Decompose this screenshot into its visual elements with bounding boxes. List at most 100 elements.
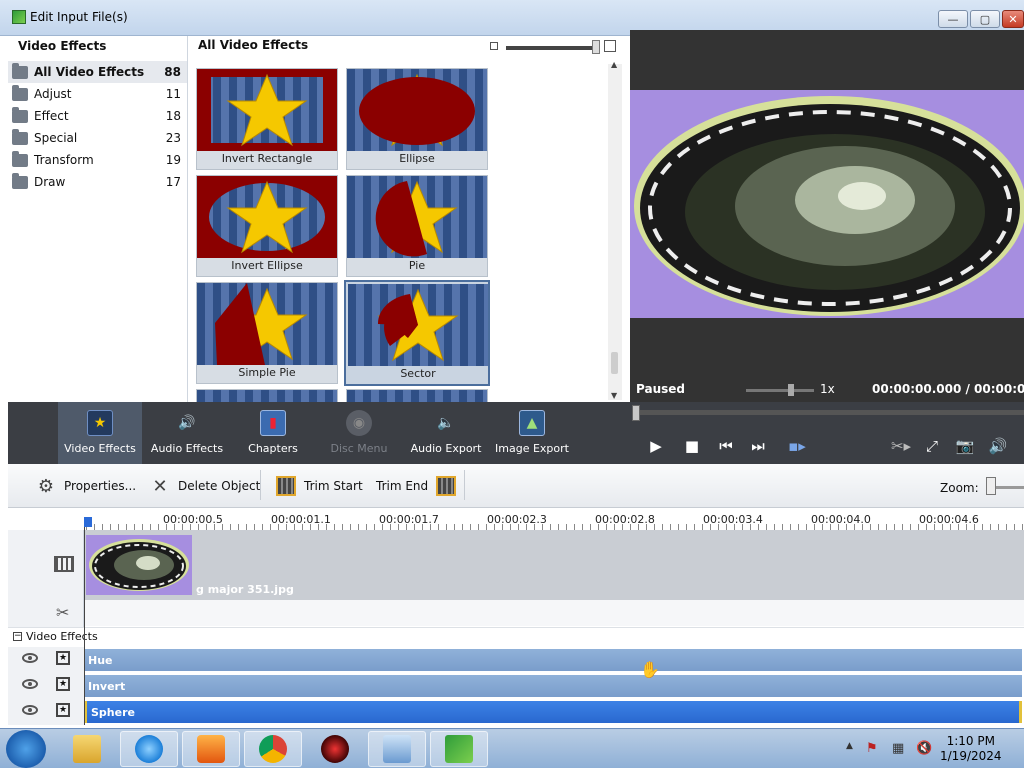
delete-object-button[interactable]: ✕ Delete Object bbox=[150, 475, 261, 497]
speed-slider-thumb[interactable] bbox=[788, 384, 794, 396]
stop-icon: ■ bbox=[684, 437, 700, 455]
audio-export-button[interactable]: 🔈 Audio Export bbox=[404, 402, 488, 464]
effect-tile-pie[interactable]: Pie bbox=[346, 175, 488, 277]
category-item-all[interactable]: All Video Effects 88 bbox=[8, 61, 187, 83]
delete-x-icon: ✕ bbox=[152, 475, 168, 497]
previous-frame-button[interactable]: ⏮ bbox=[714, 434, 738, 458]
effect-tile-simple-pie[interactable]: Simple Pie bbox=[196, 282, 338, 384]
audio-effects-label: Audio Effects bbox=[150, 442, 224, 455]
taskbar-explorer[interactable] bbox=[58, 731, 116, 767]
fullscreen-button[interactable]: ⤢ bbox=[920, 434, 944, 458]
effect-star-icon[interactable]: ★ bbox=[56, 703, 70, 717]
eye-icon[interactable] bbox=[22, 705, 38, 715]
maximize-button[interactable]: ▢ bbox=[970, 10, 1000, 28]
video-effects-button[interactable]: ★ Video Effects bbox=[58, 402, 142, 464]
cut-track[interactable] bbox=[84, 600, 1024, 626]
tray-volume-icon[interactable]: 🔇 bbox=[916, 741, 932, 756]
star-icon: ★ bbox=[87, 410, 113, 436]
speed-slider-track[interactable] bbox=[746, 389, 814, 392]
chrome-icon bbox=[259, 735, 287, 763]
close-button[interactable]: ✕ bbox=[1002, 10, 1024, 28]
stop-button[interactable]: ■ bbox=[680, 434, 704, 458]
delete-object-label: Delete Object bbox=[178, 479, 261, 493]
tray-network-icon[interactable]: ▦ bbox=[892, 741, 904, 756]
category-item-draw[interactable]: Draw 17 bbox=[8, 171, 187, 193]
toolbar-separator bbox=[260, 470, 261, 500]
effects-grid-header: All Video Effects bbox=[198, 38, 309, 52]
trim-start-button[interactable]: Trim Start bbox=[276, 476, 363, 496]
effect-tile-sector[interactable]: Sector bbox=[344, 280, 490, 386]
effect-tile-invert-rectangle[interactable]: Invert Rectangle bbox=[196, 68, 338, 170]
effects-scrollbar[interactable]: ▲ ▼ bbox=[608, 60, 622, 400]
category-count: 88 bbox=[164, 65, 181, 79]
tray-expand-icon[interactable]: ▲ bbox=[846, 741, 853, 751]
tray-flag-icon[interactable]: ⚑ bbox=[866, 741, 878, 756]
effect-tile-partial[interactable] bbox=[346, 389, 488, 403]
category-item-effect[interactable]: Effect 18 bbox=[8, 105, 187, 127]
taskbar-video-converter[interactable] bbox=[430, 731, 488, 767]
video-effects-section-header[interactable]: − Video Effects bbox=[8, 627, 1024, 647]
snapshot-button[interactable]: 📷 bbox=[953, 434, 977, 458]
thumbnail-size-slider[interactable] bbox=[490, 40, 620, 54]
taskbar-internet-explorer[interactable] bbox=[120, 731, 178, 767]
eye-icon[interactable] bbox=[22, 653, 38, 663]
scroll-up-arrow[interactable]: ▲ bbox=[611, 60, 617, 69]
taskbar-media-player[interactable] bbox=[182, 731, 240, 767]
playhead-marker[interactable] bbox=[84, 517, 92, 527]
seek-bar[interactable] bbox=[632, 410, 1024, 415]
audio-effects-button[interactable]: 🔊 Audio Effects bbox=[145, 402, 229, 464]
taskbar-clock[interactable]: 1:10 PM 1/19/2024 bbox=[940, 734, 1002, 764]
timeline-ruler[interactable]: 00:00:00.5 00:00:01.1 00:00:01.7 00:00:0… bbox=[8, 508, 1024, 530]
category-label: Effect bbox=[34, 109, 69, 123]
playback-status: Paused bbox=[636, 382, 685, 396]
effect-tile-invert-ellipse[interactable]: Invert Ellipse bbox=[196, 175, 338, 277]
view-mode-button[interactable]: ▪▸ bbox=[782, 434, 812, 458]
eye-icon[interactable] bbox=[22, 679, 38, 689]
start-button[interactable] bbox=[6, 730, 46, 768]
category-item-transform[interactable]: Transform 19 bbox=[8, 149, 187, 171]
cut-track-header: ✂ bbox=[8, 600, 84, 627]
next-frame-button[interactable]: ⏭ bbox=[746, 434, 770, 458]
effect-track-invert[interactable]: Invert bbox=[84, 675, 1022, 697]
volume-button[interactable]: 🔊 bbox=[986, 434, 1010, 458]
trim-end-label: Trim End bbox=[376, 479, 429, 493]
taskbar-chrome[interactable] bbox=[244, 731, 302, 767]
chapters-button[interactable]: ▮ Chapters bbox=[231, 402, 315, 464]
volume-icon: 🔊 bbox=[988, 437, 1008, 455]
scroll-thumb[interactable] bbox=[611, 352, 618, 374]
effect-thumbnail bbox=[347, 176, 487, 258]
trim-start-label: Trim Start bbox=[304, 479, 363, 493]
effect-thumbnail bbox=[348, 284, 488, 366]
clip-thumbnail[interactable] bbox=[86, 535, 192, 595]
effect-star-icon[interactable]: ★ bbox=[56, 651, 70, 665]
scroll-down-arrow[interactable]: ▼ bbox=[611, 391, 617, 400]
effect-tile-partial[interactable] bbox=[196, 389, 338, 403]
effect-label: Sector bbox=[400, 367, 436, 380]
play-button[interactable]: ▶ bbox=[644, 434, 668, 458]
toolbar-separator bbox=[464, 470, 465, 500]
effect-thumbnail bbox=[197, 283, 337, 365]
effect-star-icon[interactable]: ★ bbox=[56, 677, 70, 691]
effect-tile-ellipse[interactable]: Ellipse bbox=[346, 68, 488, 170]
seek-thumb[interactable] bbox=[632, 405, 640, 421]
effect-track-sphere[interactable]: Sphere bbox=[84, 701, 1022, 723]
collapse-icon[interactable]: − bbox=[13, 632, 22, 641]
category-item-adjust[interactable]: Adjust 11 bbox=[8, 83, 187, 105]
zoom-slider-thumb[interactable] bbox=[986, 477, 996, 495]
properties-button[interactable]: ⚙ Properties... bbox=[36, 476, 136, 497]
slider-thumb[interactable] bbox=[592, 40, 600, 54]
category-count: 23 bbox=[165, 131, 181, 145]
effect-label: Ellipse bbox=[399, 152, 435, 165]
camera-icon: 📷 bbox=[955, 437, 975, 455]
app-icon bbox=[12, 10, 26, 24]
category-item-special[interactable]: Special 23 bbox=[8, 127, 187, 149]
taskbar-app-red[interactable] bbox=[306, 731, 364, 767]
minimize-button[interactable]: — bbox=[938, 10, 968, 28]
effect-track-hue[interactable]: Hue bbox=[84, 649, 1022, 671]
category-panel: Video Effects All Video Effects 88 Adjus… bbox=[8, 36, 188, 402]
cut-button[interactable]: ✂▸ bbox=[886, 434, 916, 458]
trim-end-button[interactable]: Trim End bbox=[376, 476, 457, 496]
disc-menu-button[interactable]: ◉ Disc Menu bbox=[317, 402, 401, 464]
image-export-button[interactable]: ▲ Image Export bbox=[490, 402, 574, 464]
taskbar-control-panel[interactable] bbox=[368, 731, 426, 767]
